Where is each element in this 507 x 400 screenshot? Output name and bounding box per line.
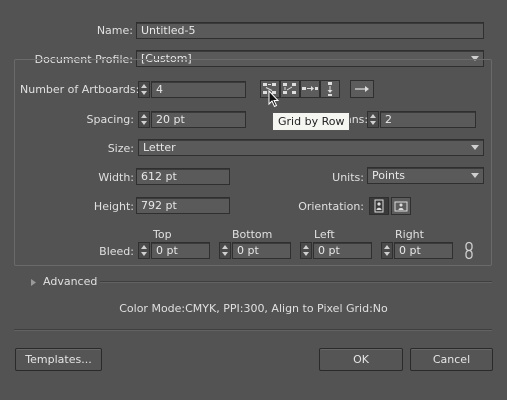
cancel-button[interactable]: Cancel — [410, 348, 493, 371]
name-label: Name: — [96, 24, 133, 37]
columns-stepper[interactable] — [367, 111, 379, 128]
orientation-label: Orientation: — [298, 200, 364, 213]
width-label: Width: — [98, 171, 134, 184]
mouse-cursor-icon — [268, 90, 280, 108]
spacing-input[interactable]: 20 pt — [151, 111, 246, 128]
columns-input[interactable]: 2 — [380, 111, 476, 128]
artboards-count-stepper[interactable] — [138, 81, 150, 98]
bleed-left-label: Left — [314, 228, 335, 241]
bleed-left-input[interactable]: 0 pt — [313, 242, 372, 259]
chevron-down-icon — [471, 173, 479, 178]
units-value: Points — [372, 169, 406, 182]
spacing-label: Spacing: — [86, 113, 134, 126]
bleed-bottom-stepper[interactable] — [219, 242, 231, 259]
link-icon[interactable] — [463, 241, 475, 260]
advanced-divider — [100, 281, 492, 283]
templates-button[interactable]: Templates... — [15, 348, 102, 371]
document-summary-text: Color Mode:CMYK, PPI:300, Align to Pixel… — [119, 302, 388, 315]
bleed-bottom-input[interactable]: 0 pt — [232, 242, 291, 259]
size-label: Size: — [107, 142, 134, 155]
bleed-top-label: Top — [153, 228, 172, 241]
bleed-left-stepper[interactable] — [300, 242, 312, 259]
grid-by-column-icon[interactable] — [280, 80, 300, 98]
chevron-down-icon — [471, 145, 479, 150]
size-value: Letter — [143, 141, 176, 154]
artboards-count-label: Number of Artboards: — [20, 83, 140, 96]
name-input[interactable]: Untitled-5 — [136, 22, 484, 39]
ok-button[interactable]: OK — [319, 348, 403, 371]
disclosure-triangle-icon[interactable] — [30, 278, 38, 287]
advanced-label[interactable]: Advanced — [43, 275, 97, 288]
grid-by-row-tooltip: Grid by Row — [272, 112, 351, 131]
arrange-by-column-icon[interactable] — [320, 80, 340, 98]
units-select[interactable]: Points — [367, 167, 484, 184]
arrange-by-row-icon[interactable] — [300, 80, 320, 98]
spacing-stepper[interactable] — [138, 111, 150, 128]
change-to-right-to-left-icon[interactable] — [350, 80, 374, 98]
bleed-right-stepper[interactable] — [381, 242, 393, 259]
units-label: Units: — [332, 171, 364, 184]
height-label: Height: — [93, 200, 134, 213]
footer-divider — [14, 329, 492, 331]
width-input[interactable]: 612 pt — [136, 168, 230, 185]
landscape-orientation-icon[interactable] — [391, 197, 411, 215]
height-input[interactable]: 792 pt — [136, 197, 230, 214]
portrait-orientation-icon[interactable] — [369, 197, 389, 215]
bleed-right-input[interactable]: 0 pt — [394, 242, 453, 259]
bleed-right-label: Right — [395, 228, 424, 241]
bleed-label: Bleed: — [99, 245, 134, 258]
bleed-bottom-label: Bottom — [232, 228, 273, 241]
artboards-count-input[interactable]: 4 — [151, 81, 246, 98]
bleed-top-stepper[interactable] — [138, 242, 150, 259]
size-select[interactable]: Letter — [138, 139, 484, 156]
bleed-top-input[interactable]: 0 pt — [151, 242, 210, 259]
